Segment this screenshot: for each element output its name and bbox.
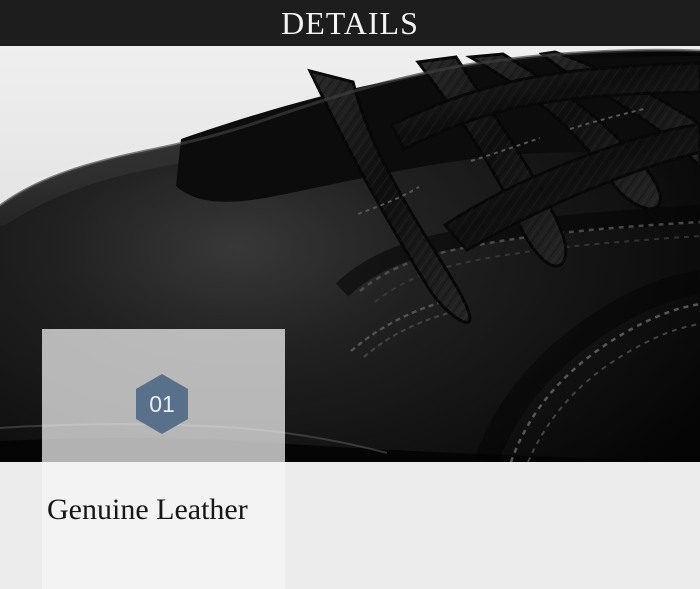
details-header: DETAILS (0, 0, 700, 46)
product-details-page: DETAILS 01 Genuine Leather (0, 0, 700, 589)
feature-card (42, 329, 285, 589)
details-title: DETAILS (281, 4, 419, 41)
feature-number-badge: 01 (136, 374, 188, 434)
feature-title: Genuine Leather (47, 493, 248, 526)
feature-number: 01 (149, 391, 175, 417)
